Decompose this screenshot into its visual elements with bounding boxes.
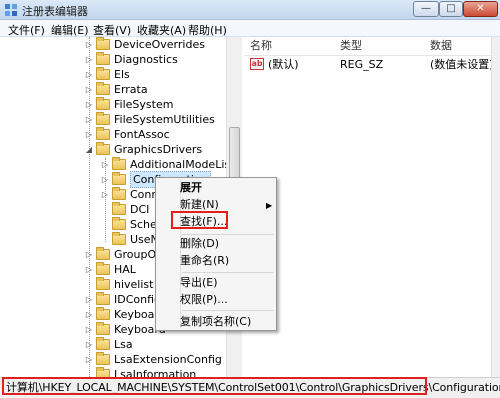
folder-icon [96,367,110,377]
context-copy-key-name[interactable]: 复制项名称(C) [180,313,251,330]
expand-icon[interactable]: ▷ [84,325,94,335]
folder-icon [96,292,110,305]
registry-editor-icon [5,4,17,16]
context-rename[interactable]: 重命名(R) [180,252,229,269]
collapse-icon[interactable]: ◢ [84,145,94,155]
folder-icon [96,52,110,65]
maximize-button[interactable]: □ [439,1,463,17]
menu-edit[interactable]: 编辑(E) [51,22,89,38]
expand-icon[interactable]: ▷ [100,190,110,200]
expand-icon[interactable]: ▷ [84,310,94,320]
folder-icon [96,37,110,50]
folder-icon [96,82,110,95]
values-list[interactable]: 名称 类型 数据 ab (默认) REG_SZ (数值未设置) [244,37,500,377]
expand-icon[interactable]: ▷ [84,115,94,125]
status-highlight-box [2,377,427,395]
submenu-arrow-icon: ▶ [266,201,273,210]
folder-icon [96,352,110,365]
value-data: (数值未设置) [430,58,494,71]
column-header-name[interactable]: 名称 [250,37,272,55]
menu-favorites[interactable]: 收藏夹(A) [137,22,186,38]
string-value-icon: ab [250,58,264,70]
value-type: REG_SZ [340,58,384,71]
context-expand[interactable]: 展开 [180,179,202,196]
folder-icon [112,202,126,215]
folder-icon [96,67,110,80]
folder-icon [112,187,126,200]
folder-icon [96,277,110,290]
expand-icon[interactable]: ▷ [84,250,94,260]
context-delete[interactable]: 删除(D) [180,235,219,252]
context-export[interactable]: 导出(E) [180,274,218,291]
folder-icon [96,247,110,260]
expand-icon[interactable]: ▷ [84,85,94,95]
minimize-button[interactable]: — [413,1,439,17]
folder-icon [96,127,110,140]
folder-icon [112,232,126,245]
column-header-data[interactable]: 数据 [430,37,452,55]
expand-icon[interactable]: ▷ [100,160,110,170]
expand-icon[interactable]: ▷ [84,130,94,140]
menu-bar: 文件(F) 编辑(E) 查看(V) 收藏夹(A) 帮助(H) [0,20,500,37]
folder-icon [96,112,110,125]
expand-icon[interactable]: ▷ [84,70,94,80]
folder-icon [112,217,126,230]
value-name[interactable]: (默认) [268,57,299,73]
window-title: 注册表编辑器 [22,5,88,18]
open-folder-icon [96,142,110,155]
expand-icon[interactable]: ▷ [84,40,94,50]
menu-help[interactable]: 帮助(H) [188,22,227,38]
close-button[interactable]: ✕ [463,1,498,17]
folder-icon [96,322,110,335]
folder-icon [96,97,110,110]
folder-icon [112,172,126,185]
expand-icon[interactable]: ▷ [84,265,94,275]
title-bar[interactable]: 注册表编辑器 — □ ✕ [0,0,500,20]
expand-icon[interactable]: ▷ [84,355,94,365]
column-header-type[interactable]: 类型 [340,37,362,55]
expand-icon[interactable]: ▷ [100,175,110,185]
expand-icon[interactable]: ▷ [84,100,94,110]
menu-view[interactable]: 查看(V) [93,22,131,38]
expand-icon[interactable]: ▷ [84,55,94,65]
context-permissions[interactable]: 权限(P)... [180,291,228,308]
context-menu: 展开 新建(N) ▶ 查找(F)... 删除(D) 重命名(R) 导出(E) 权… [155,177,277,331]
menu-file[interactable]: 文件(F) [8,22,45,38]
find-highlight-box [171,211,228,229]
values-scrollbar[interactable] [491,37,500,377]
folder-icon [96,307,110,320]
expand-icon[interactable]: ▷ [84,340,94,350]
expand-icon[interactable]: ▷ [84,295,94,305]
folder-icon [96,337,110,350]
folder-icon [96,262,110,275]
folder-icon [112,157,126,170]
